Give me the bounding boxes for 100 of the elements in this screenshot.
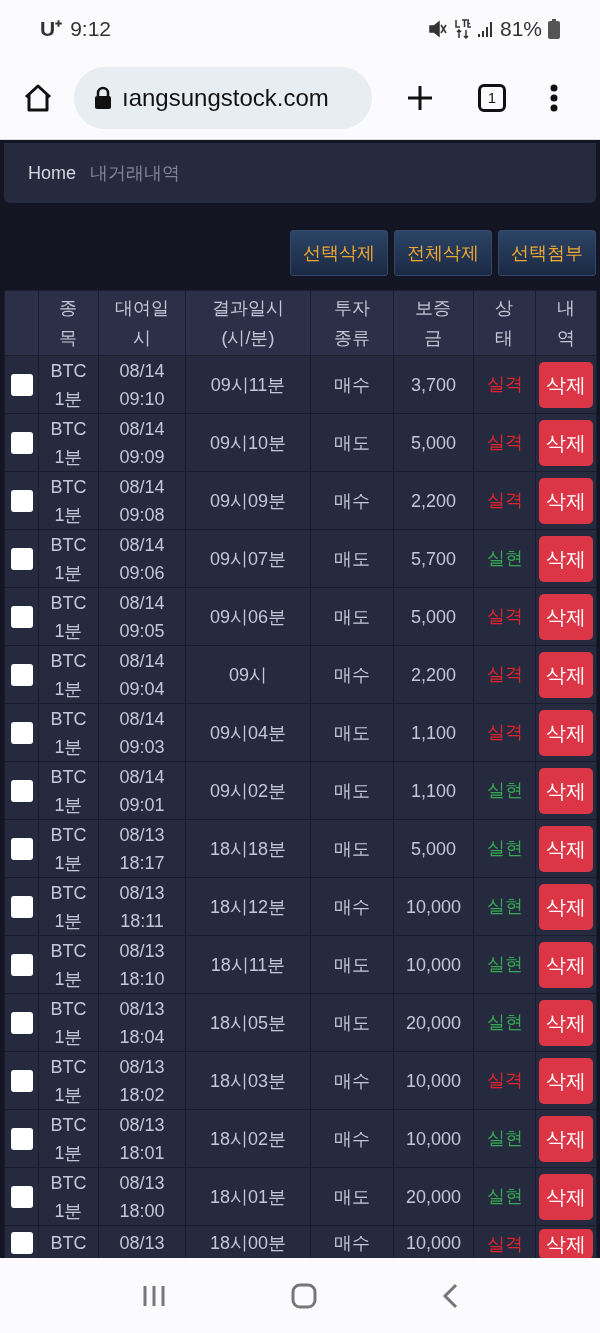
column-header: 종목 (58, 297, 79, 350)
status-label: 실격 (486, 664, 523, 684)
table-cell-text: BTC 1분 (49, 823, 88, 875)
row-checkbox[interactable] (10, 721, 33, 744)
row-checkbox[interactable] (10, 1011, 33, 1034)
table-cell-text: 매수 (334, 663, 370, 687)
delete-button[interactable]: 삭제 (539, 883, 593, 930)
table-cell-text: 2,200 (410, 663, 456, 687)
delete-button[interactable]: 삭제 (539, 767, 593, 814)
table-cell-text: 08/14 09:05 (118, 591, 166, 643)
delete-button[interactable]: 삭제 (539, 593, 593, 640)
status-label: 실현 (486, 1186, 523, 1206)
address-bar[interactable]: ıangsungstock.com (74, 67, 372, 129)
back-icon[interactable] (441, 1282, 458, 1309)
delete-button[interactable]: 삭제 (539, 477, 593, 524)
row-checkbox[interactable] (10, 547, 33, 570)
table-cell-text: 5,700 (410, 547, 456, 571)
table-cell-text: 18시12분 (209, 895, 286, 919)
table-cell-text: 매수 (334, 1232, 370, 1255)
table-cell-text: 10,000 (405, 1069, 462, 1093)
delete-button[interactable]: 삭제 (539, 1229, 593, 1258)
table-cell-text: 09시07분 (209, 547, 286, 571)
table-cell-text: 09시04분 (209, 721, 286, 745)
delete-button[interactable]: 삭제 (539, 825, 593, 872)
table-cell-text: 매도 (334, 779, 370, 803)
lock-icon (94, 86, 112, 110)
table-cell-text: 10,000 (405, 953, 462, 977)
table-cell-text: 08/13 18:01 (118, 1113, 166, 1165)
table-cell-text: 09시10분 (209, 431, 286, 455)
table-cell-text: 09시06분 (209, 605, 286, 629)
new-tab-icon[interactable] (406, 84, 434, 112)
carrier-label: U⁺ (40, 15, 63, 42)
table-cell-text: 10,000 (405, 1232, 462, 1255)
table-cell-text: BTC 1분 (49, 417, 88, 469)
table-cell-text: 매도 (334, 837, 370, 861)
status-label: 실격 (486, 490, 523, 510)
table-cell-text: 08/13 18:04 (118, 997, 166, 1049)
table-cell-text: BTC 1분 (49, 591, 88, 643)
tab-count-button[interactable]: 1 (478, 84, 506, 112)
status-label: 실현 (486, 896, 523, 916)
row-checkbox[interactable] (10, 895, 33, 918)
row-checkbox[interactable] (10, 1185, 33, 1208)
row-checkbox[interactable] (10, 779, 33, 802)
table-cell-text: BTC 1분 (49, 881, 88, 933)
delete-button[interactable]: 삭제 (539, 1173, 593, 1220)
table-cell-text: 08/14 09:08 (118, 475, 166, 527)
table-cell-text: 10,000 (405, 1127, 462, 1151)
row-checkbox[interactable] (10, 489, 33, 512)
table-cell-text: 매수 (334, 895, 370, 919)
delete-button[interactable]: 삭제 (539, 535, 593, 582)
row-checkbox[interactable] (10, 431, 33, 454)
breadcrumb-link[interactable]: Home (28, 159, 76, 187)
delete-button[interactable]: 삭제 (539, 361, 593, 408)
row-checkbox[interactable] (10, 1069, 33, 1092)
delete-button[interactable]: 삭제 (539, 651, 593, 698)
table-cell-text: BTC 1분 (49, 939, 88, 991)
table-cell-text: 매도 (334, 1185, 370, 1209)
row-checkbox[interactable] (10, 373, 33, 396)
column-header: 대여일시 (114, 297, 170, 350)
row-checkbox[interactable] (10, 953, 33, 976)
table-cell-text: BTC 1분 (49, 533, 88, 585)
action-button[interactable]: 선택첨부 (498, 230, 596, 276)
column-header: 내역 (556, 297, 576, 350)
row-checkbox[interactable] (10, 837, 33, 860)
action-button[interactable]: 선택삭제 (290, 230, 388, 276)
delete-button[interactable]: 삭제 (539, 1115, 593, 1162)
column-header: 상태 (494, 297, 515, 350)
recent-apps-icon[interactable] (142, 1283, 167, 1308)
home-icon[interactable] (22, 82, 54, 114)
home-button-icon[interactable] (291, 1282, 317, 1309)
delete-button[interactable]: 삭제 (539, 999, 593, 1046)
table-cell-text: 09시02분 (209, 779, 286, 803)
lte-icon (453, 18, 472, 39)
status-label: 실현 (486, 548, 523, 568)
table-cell-text: BTC 1분 (49, 1055, 88, 1107)
table-cell-text: 18시03분 (209, 1069, 286, 1093)
table-cell-text: 매도 (334, 547, 370, 571)
delete-button[interactable]: 삭제 (539, 709, 593, 756)
row-checkbox[interactable] (10, 1232, 33, 1254)
table-cell-text: 20,000 (405, 1185, 462, 1209)
table-cell-text: 08/14 09:06 (118, 533, 166, 585)
row-checkbox[interactable] (10, 663, 33, 686)
action-button[interactable]: 전체삭제 (394, 230, 492, 276)
menu-icon[interactable] (550, 84, 558, 112)
table-cell-text: 5,000 (410, 605, 456, 629)
column-header: 결과일시 (시/분) (211, 297, 285, 350)
delete-button[interactable]: 삭제 (539, 941, 593, 988)
table-cell-text: BTC 1분 (49, 475, 88, 527)
status-label: 실격 (486, 606, 523, 626)
table-cell-text: 2,200 (410, 489, 456, 513)
table-cell-text: 08/14 09:03 (118, 707, 166, 759)
delete-button[interactable]: 삭제 (539, 1057, 593, 1104)
table-cell-text: 18시02분 (209, 1127, 286, 1151)
delete-button[interactable]: 삭제 (539, 419, 593, 466)
row-checkbox[interactable] (10, 605, 33, 628)
status-label: 실현 (486, 1012, 523, 1032)
table-cell-text: 08/14 09:10 (118, 359, 166, 411)
row-checkbox[interactable] (10, 1127, 33, 1150)
table-cell-text: 18시05분 (209, 1011, 286, 1035)
table-cell-text: 매수 (334, 373, 370, 397)
